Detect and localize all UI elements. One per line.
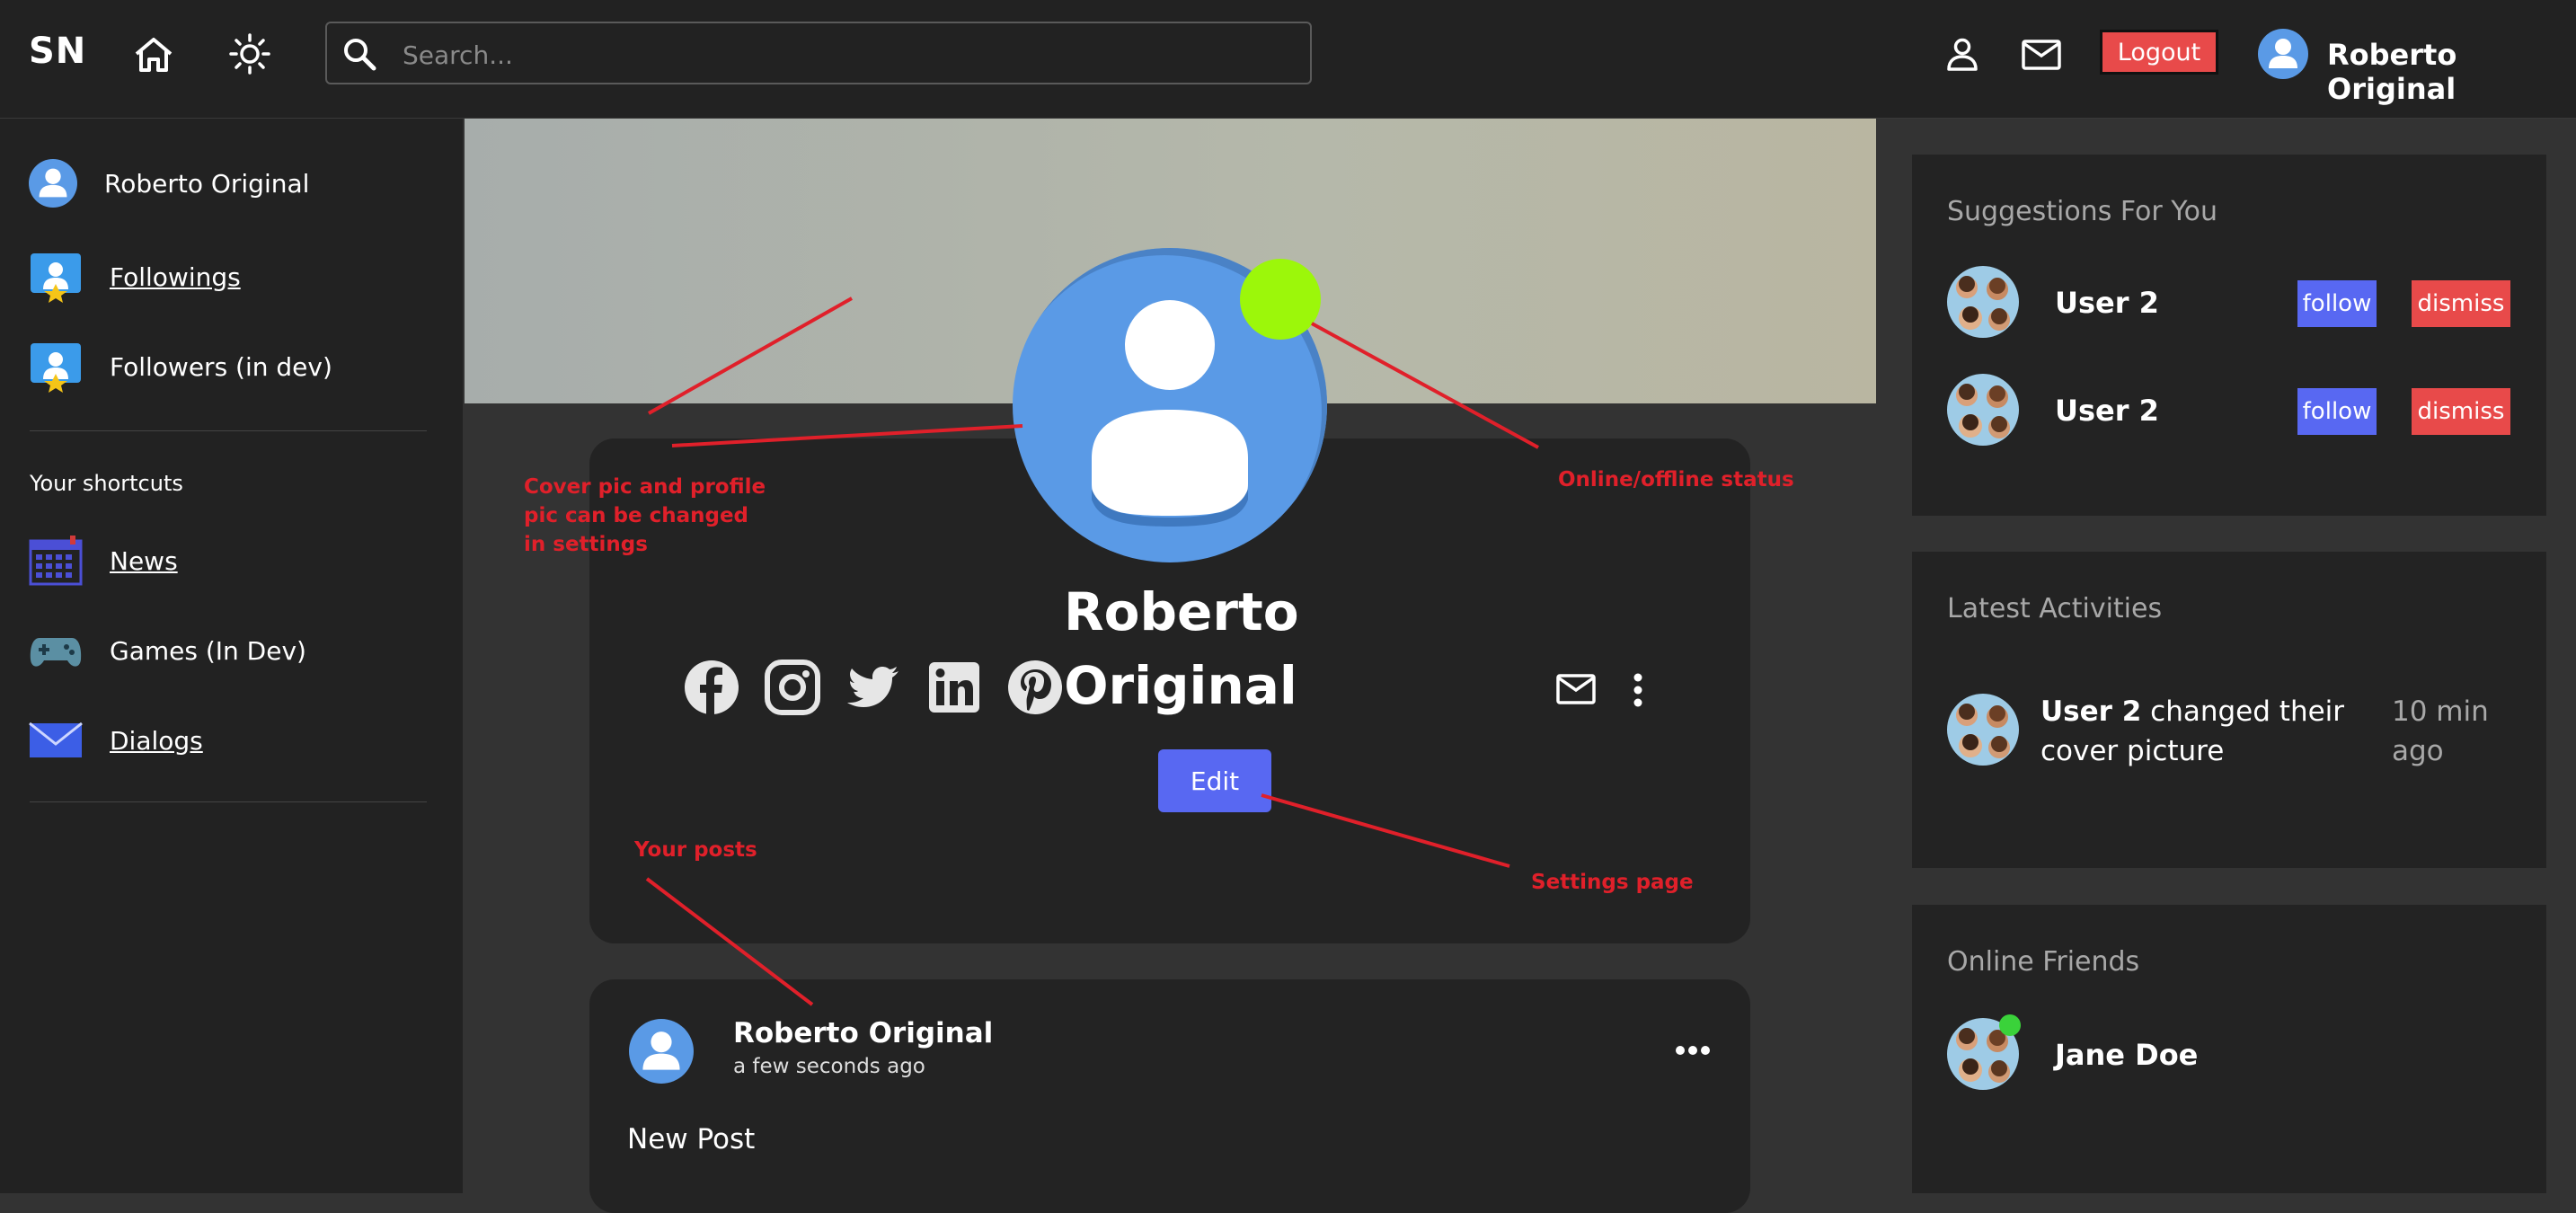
left-sidebar: Roberto Original Followings Followers (i… [0, 119, 463, 1193]
sidebar-item-games[interactable]: Games (In Dev) [29, 622, 306, 679]
gamepad-icon [30, 638, 82, 667]
search-bar[interactable] [325, 22, 1312, 84]
followings-icon [31, 253, 81, 303]
user-avatar-icon[interactable] [2258, 29, 2308, 79]
sidebar-item-profile[interactable]: Roberto Original [29, 155, 309, 212]
online-friends-title: Online Friends [1947, 946, 2140, 978]
post-author-avatar-icon[interactable] [629, 1019, 694, 1084]
online-friend-name[interactable]: Jane Doe [2055, 1038, 2198, 1072]
edit-profile-button[interactable]: Edit [1158, 749, 1271, 812]
calendar-icon [29, 536, 83, 586]
post-content: New Post [627, 1123, 756, 1155]
latest-activities-panel: Latest Activities User 2 changed their c… [1912, 552, 2546, 868]
profile-icon[interactable] [1944, 36, 1980, 72]
sidebar-item-label: Dialogs [110, 725, 203, 756]
activity-text: User 2 changed their cover picture [2040, 692, 2395, 771]
post-card: Roberto Original a few seconds ago New P… [589, 979, 1750, 1213]
suggestions-title: Suggestions For You [1947, 196, 2217, 227]
sidebar-item-followers[interactable]: Followers (in dev) [29, 338, 332, 395]
annotation-settings-page: Settings page [1531, 871, 1694, 894]
sidebar-item-followings[interactable]: Followings [29, 248, 241, 305]
activity-time: 10 min ago [2392, 695, 2489, 767]
user-avatar-group-icon[interactable] [1947, 266, 2019, 338]
post-more-options-icon[interactable] [1675, 1044, 1711, 1057]
activity-user[interactable]: User 2 [2040, 695, 2141, 728]
sidebar-item-news[interactable]: News [29, 532, 178, 589]
messages-envelope-icon[interactable] [2022, 40, 2061, 70]
suggestion-user-name[interactable]: User 2 [2055, 394, 2159, 428]
follow-button[interactable]: follow [2297, 388, 2377, 435]
logo[interactable]: SN [29, 31, 86, 72]
message-envelope-icon[interactable] [1556, 674, 1596, 704]
annotation-online-status: Online/offline status [1558, 468, 1794, 491]
sidebar-divider [30, 430, 427, 431]
dismiss-button[interactable]: dismiss [2412, 280, 2510, 327]
instagram-icon[interactable] [764, 659, 821, 716]
sidebar-item-label: News [110, 545, 178, 576]
online-status-indicator [1240, 259, 1321, 340]
header-user-name[interactable]: Roberto Original [2327, 38, 2576, 106]
annotation-your-posts: Your posts [634, 838, 757, 862]
user-avatar-icon [29, 159, 77, 208]
top-bar: SN Logout Roberto Original [0, 0, 2576, 119]
more-options-vertical-icon[interactable] [1632, 672, 1644, 708]
online-indicator [1999, 1014, 2021, 1036]
shortcuts-heading: Your shortcuts [30, 471, 183, 496]
dismiss-button[interactable]: dismiss [2412, 388, 2510, 435]
sidebar-item-dialogs[interactable]: Dialogs [29, 712, 203, 769]
user-avatar-group-icon[interactable] [1947, 694, 2019, 766]
sidebar-item-label: Followers (in dev) [110, 351, 332, 382]
sidebar-divider [30, 801, 427, 802]
suggestions-panel: Suggestions For You User 2 follow dismis… [1912, 155, 2546, 516]
theme-toggle-sun-icon[interactable] [229, 33, 270, 75]
annotation-cover-pic: Cover pic and profile pic can be changed… [524, 475, 766, 556]
pinterest-icon[interactable] [1006, 659, 1064, 716]
sidebar-item-label: Followings [110, 261, 241, 292]
sidebar-item-label: Roberto Original [104, 168, 310, 199]
home-icon[interactable] [133, 36, 174, 74]
linkedin-icon[interactable] [925, 659, 983, 716]
activities-title: Latest Activities [1947, 593, 2163, 624]
post-timestamp: a few seconds ago [733, 1055, 925, 1078]
user-avatar-group-icon[interactable] [1947, 374, 2019, 446]
search-icon [344, 39, 376, 71]
followers-icon [31, 343, 81, 393]
post-author[interactable]: Roberto Original [733, 1017, 993, 1049]
sidebar-item-label: Games (In Dev) [110, 635, 306, 666]
follow-button[interactable]: follow [2297, 280, 2377, 327]
logout-button[interactable]: Logout [2100, 30, 2218, 75]
envelope-icon [29, 722, 83, 757]
profile-name: Roberto Original [1064, 575, 1299, 722]
profile-name-line2: Original [1064, 655, 1297, 716]
twitter-icon[interactable] [845, 659, 902, 716]
profile-name-line1: Roberto [1064, 581, 1299, 642]
online-friends-panel: Online Friends Jane Doe [1912, 905, 2546, 1193]
suggestion-user-name[interactable]: User 2 [2055, 286, 2159, 320]
facebook-icon[interactable] [683, 659, 740, 716]
search-input[interactable] [401, 36, 1285, 74]
